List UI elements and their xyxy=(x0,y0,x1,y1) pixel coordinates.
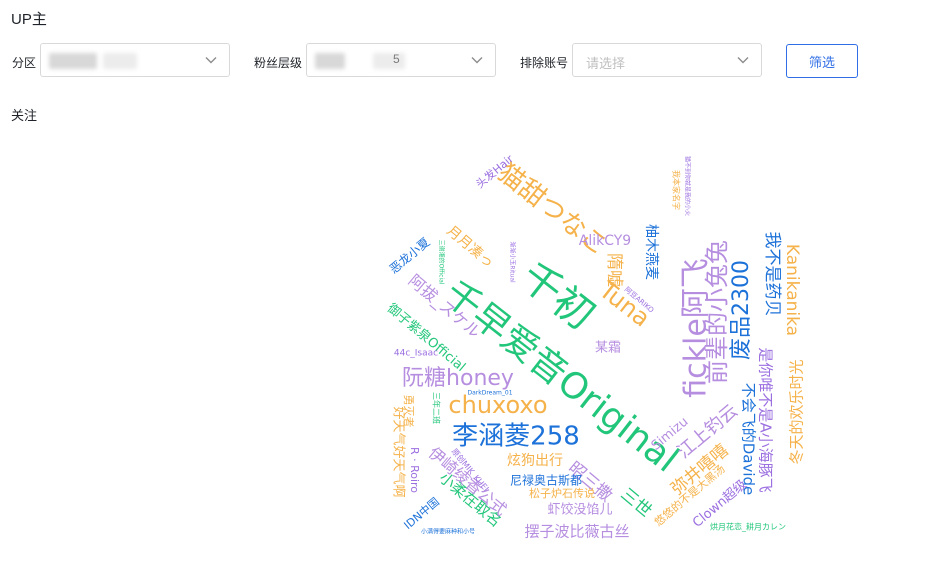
word-cloud-word: 渐渐小玉Ritual xyxy=(509,241,517,283)
word-cloud: 千初千早爱音Originalfickle阿飞chuxoxo李涵菱258阮糖hon… xyxy=(384,151,806,541)
word-cloud-word: 尼禄奥古斯都 xyxy=(510,473,582,488)
word-cloud-word: 摆子波比薇古丝 xyxy=(524,523,629,541)
word-cloud-word: 某霜 xyxy=(595,341,621,356)
word-cloud-word: 恶龙小夏 xyxy=(387,235,433,277)
word-cloud-word: 我不是药贝 xyxy=(762,232,782,317)
word-cloud-word: 三世 xyxy=(617,484,656,521)
word-cloud-word: 我本家名字 xyxy=(672,170,682,210)
word-cloud-word: 三年二班 xyxy=(432,392,442,424)
word-cloud-word: 前辈的小兔兔 xyxy=(703,240,731,384)
word-cloud-word: 隋嘘 xyxy=(604,253,624,287)
word-cloud-word: 李涵菱258 xyxy=(452,422,580,452)
word-cloud-word: Kanikanika xyxy=(782,244,802,336)
word-cloud-word: IDN中国 xyxy=(401,495,441,532)
word-cloud-word: 是你唯不是A小海豚飞 xyxy=(757,347,775,492)
word-cloud-word: AlikCY9 xyxy=(579,233,631,249)
word-cloud-word: 不会飞的Davide xyxy=(740,383,758,496)
word-cloud-word: 柚木燕麦 xyxy=(643,224,659,280)
word-cloud-word: R · Roiro xyxy=(408,447,421,493)
word-cloud-word: 烘月花恋_耕月カレン xyxy=(710,522,786,532)
word-cloud-word: 松子炉石传说 xyxy=(529,486,595,500)
word-cloud-word: 虾饺没馅儿 xyxy=(547,503,612,518)
word-cloud-word: 三谢湘的Official xyxy=(438,240,446,285)
word-cloud-word: 44c_Isaac xyxy=(394,349,438,359)
word-cloud-word: 勇灭者 xyxy=(402,395,415,428)
word-cloud-word: 废品2300 xyxy=(729,260,754,360)
word-cloud-word: 小满得要麻种和小号 xyxy=(421,528,475,536)
word-cloud-word: 冬天的欢乐时光 xyxy=(788,359,806,464)
word-cloud-word: 月月凑っ xyxy=(443,222,497,271)
word-cloud-word: DarkDream_01 xyxy=(467,390,512,397)
word-cloud-word: 炫狗出行 xyxy=(507,453,563,469)
word-cloud-word: 猫不到你就是我的小火 xyxy=(684,156,692,216)
